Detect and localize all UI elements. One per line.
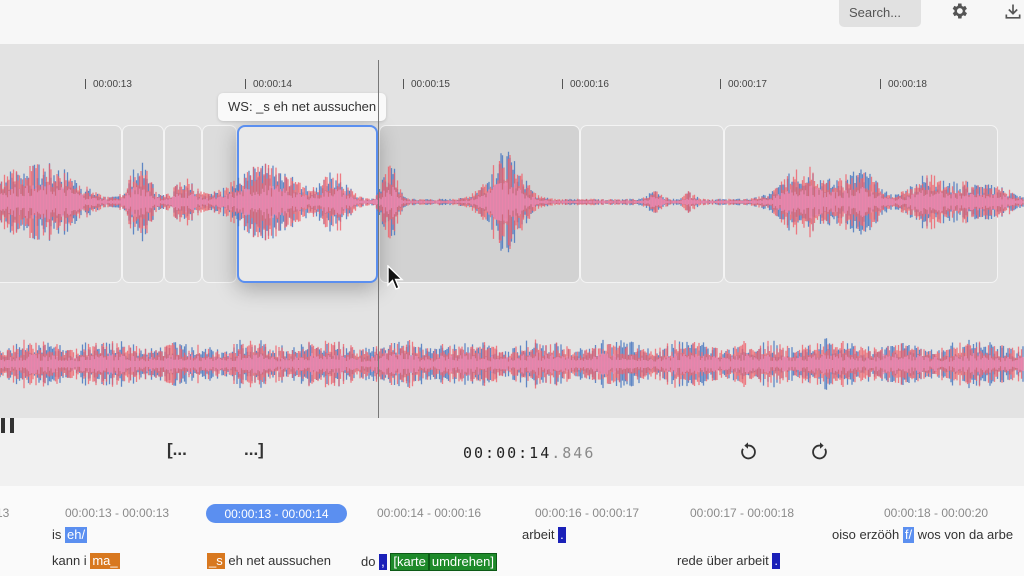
- segment-time-label[interactable]: 00:00:13 - 00:00:13: [65, 506, 169, 520]
- transcript-text: rede über arbeit: [677, 553, 773, 568]
- jump-segment-end-button[interactable]: ...]: [244, 440, 264, 460]
- time-milliseconds: .846: [551, 444, 596, 462]
- annotation-tag[interactable]: ,: [379, 554, 387, 570]
- transcript-text: do: [361, 554, 380, 569]
- transcript-line[interactable]: do , [karte umdrehen]: [361, 553, 497, 571]
- transcript-line[interactable]: arbeit .: [522, 527, 566, 543]
- rewind-icon[interactable]: [737, 441, 759, 463]
- segment-time-label[interactable]: 00:00:14 - 00:00:16: [377, 506, 481, 520]
- mouse-cursor-icon: [387, 265, 404, 290]
- annotation-tag[interactable]: ma_: [90, 553, 120, 569]
- playback-controls: [... ...] 00:00:14.846: [0, 418, 1024, 486]
- transcript-text: wos von da arbe: [914, 527, 1014, 542]
- segment-time-label[interactable]: 00:00:17 - 00:00:18: [690, 506, 794, 520]
- transcript-text: eh net aussuchen: [224, 553, 331, 568]
- transcription-editor: Search... 00:00:13 00:00:14 00:00:15 00:…: [0, 0, 1024, 576]
- time-main: 00:00:14: [463, 444, 552, 462]
- transcript-line[interactable]: kann i ma_: [52, 553, 120, 569]
- transcript-text: is: [52, 527, 65, 542]
- segment-time-label-active[interactable]: 00:00:13 - 00:00:14: [206, 504, 347, 523]
- transcript-line[interactable]: is eh/: [52, 527, 88, 543]
- segment-time-label[interactable]: 13: [0, 506, 9, 520]
- transcript-line[interactable]: oiso erzööh f/ wos von da arbe: [832, 527, 1013, 543]
- annotation-tag[interactable]: [karte: [390, 553, 429, 571]
- pause-icon: [10, 418, 14, 433]
- top-bar: Search...: [0, 0, 1024, 44]
- download-icon[interactable]: [1003, 2, 1023, 22]
- annotation-tag[interactable]: f/: [902, 527, 915, 543]
- gear-icon[interactable]: [949, 1, 969, 21]
- segment-time-label[interactable]: 00:00:16 - 00:00:17: [535, 506, 639, 520]
- transcript-panel: 13 00:00:13 - 00:00:13 00:00:13 - 00:00:…: [0, 486, 1024, 576]
- annotation-tag[interactable]: eh/: [65, 527, 88, 543]
- annotation-tag[interactable]: .: [558, 527, 566, 543]
- segment-time-label[interactable]: 00:00:18 - 00:00:20: [884, 506, 988, 520]
- search-input[interactable]: Search...: [839, 0, 921, 27]
- segment-tooltip: WS: _s eh net aussuchen: [218, 93, 387, 121]
- jump-segment-start-button[interactable]: [...: [167, 440, 187, 460]
- pause-icon: [1, 418, 5, 433]
- transcript-line[interactable]: _s eh net aussuchen: [207, 553, 331, 569]
- transcript-text: arbeit: [522, 527, 559, 542]
- transcript-text: kann i: [52, 553, 91, 568]
- waveform-panel[interactable]: 00:00:13 00:00:14 00:00:15 00:00:16 00:0…: [0, 44, 1024, 418]
- forward-icon[interactable]: [809, 441, 831, 463]
- annotation-tag[interactable]: _s: [207, 553, 225, 569]
- transcript-text: oiso erzööh: [832, 527, 903, 542]
- pause-button[interactable]: [0, 418, 16, 436]
- waveform: [0, 151, 1024, 390]
- current-time: 00:00:14.846: [463, 444, 595, 462]
- transcript-line[interactable]: rede über arbeit .: [677, 553, 781, 569]
- playhead[interactable]: [378, 60, 379, 418]
- annotation-tag[interactable]: umdrehen]: [428, 553, 497, 571]
- annotation-tag[interactable]: .: [772, 553, 781, 569]
